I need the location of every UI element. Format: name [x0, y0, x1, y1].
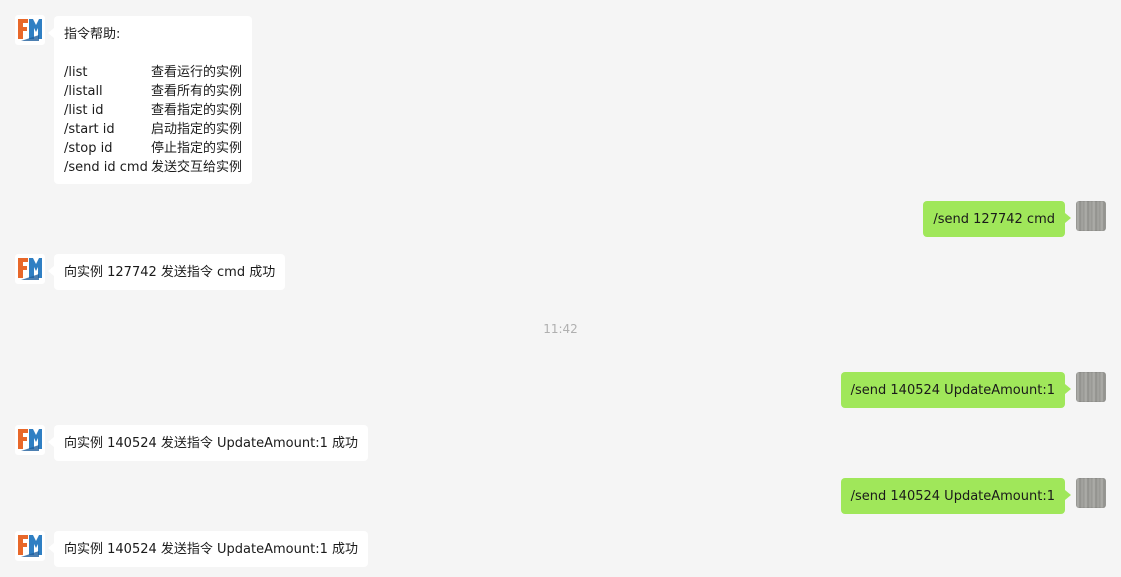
user-avatar[interactable]	[1076, 478, 1106, 508]
user-avatar[interactable]	[1076, 372, 1106, 402]
command-row: /list 查看运行的实例	[64, 63, 242, 82]
sent-message-bubble: /send 140524 UpdateAmount:1	[840, 478, 1072, 514]
command-name: /start id	[64, 122, 115, 137]
help-message-bubble: 指令帮助: /list 查看运行的实例/listall 查看所有的实例/list i…	[48, 16, 252, 184]
command-name: /list	[64, 65, 88, 80]
command-name: /listall	[64, 84, 103, 99]
command-row: /stop id 停止指定的实例	[64, 139, 242, 158]
fm-logo-icon	[18, 429, 42, 451]
command-name: /stop id	[64, 141, 113, 156]
user-avatar[interactable]	[1076, 201, 1106, 231]
command-row: /start id 启动指定的实例	[64, 120, 242, 139]
command-description: 查看运行的实例	[150, 65, 242, 80]
command-description: 停止指定的实例	[150, 141, 242, 156]
message-text: /send 140524 UpdateAmount:1	[850, 383, 1055, 398]
command-list: /list 查看运行的实例/listall 查看所有的实例/list id 查看指定的…	[64, 63, 242, 177]
command-description: 启动指定的实例	[150, 122, 242, 137]
received-message-bubble: 向实例 140524 发送指令 UpdateAmount:1 成功	[48, 425, 368, 461]
command-name: /list id	[64, 103, 104, 118]
message-text: 向实例 127742 发送指令 cmd 成功	[64, 265, 276, 280]
fm-logo-icon	[18, 258, 42, 280]
message-text: /send 127742 cmd	[933, 212, 1055, 227]
bot-avatar[interactable]	[15, 531, 45, 561]
message-text: 向实例 140524 发送指令 UpdateAmount:1 成功	[64, 436, 358, 451]
command-row: /list id 查看指定的实例	[64, 101, 242, 120]
received-message-bubble: 向实例 127742 发送指令 cmd 成功	[47, 254, 286, 290]
bot-avatar[interactable]	[15, 15, 45, 45]
bot-avatar[interactable]	[15, 425, 45, 455]
command-description: 查看指定的实例	[150, 103, 242, 118]
fm-logo-icon	[18, 535, 42, 557]
sent-message-bubble: /send 127742 cmd	[923, 201, 1071, 237]
fm-logo-icon	[18, 19, 42, 41]
message-text: 向实例 140524 发送指令 UpdateAmount:1 成功	[64, 542, 358, 557]
command-row: /send id cmd 发送交互给实例	[64, 158, 242, 177]
bot-avatar[interactable]	[15, 254, 45, 284]
timestamp: 11:42	[543, 322, 578, 336]
message-text: /send 140524 UpdateAmount:1	[850, 489, 1055, 504]
command-name: /send id cmd	[64, 160, 148, 175]
command-description: 查看所有的实例	[150, 84, 242, 99]
sent-message-bubble: /send 140524 UpdateAmount:1	[840, 372, 1072, 408]
help-title: 指令帮助:	[64, 27, 121, 42]
command-row: /listall 查看所有的实例	[64, 82, 242, 101]
received-message-bubble: 向实例 140524 发送指令 UpdateAmount:1 成功	[48, 531, 368, 567]
command-description: 发送交互给实例	[150, 160, 242, 175]
